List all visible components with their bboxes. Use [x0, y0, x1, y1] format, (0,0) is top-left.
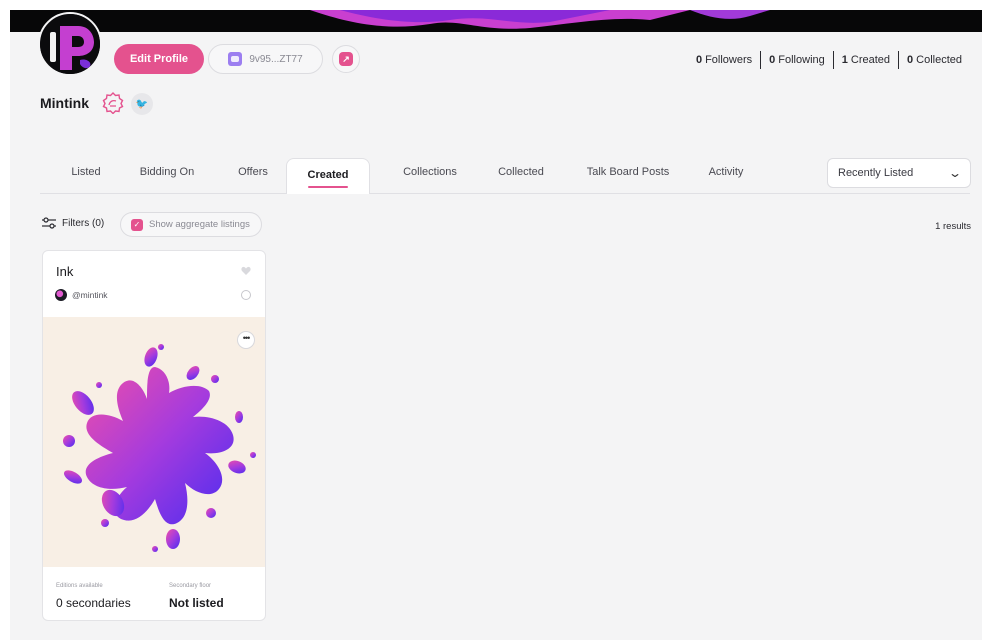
editions-value: 0 secondaries — [56, 596, 131, 610]
nft-card[interactable]: Ink @mintink ••• Editions available 0 se… — [42, 250, 266, 621]
stat-label: Following — [778, 54, 825, 66]
tab-talk-board-posts[interactable]: Talk Board Posts — [580, 158, 676, 186]
stat-count: 0 — [695, 54, 703, 66]
tab-created[interactable]: Created — [286, 158, 370, 194]
active-tab-underline — [308, 186, 348, 188]
settings-icon[interactable] — [241, 290, 251, 300]
stat-collected[interactable]: 0 Collected — [899, 54, 970, 66]
stat-count: 1 — [841, 54, 848, 66]
stat-created[interactable]: 1 Created — [834, 54, 898, 66]
twitter-icon[interactable]: 🐦 — [131, 93, 153, 115]
wallet-icon — [228, 52, 243, 66]
creator-avatar[interactable] — [55, 289, 67, 301]
tab-collections[interactable]: Collections — [392, 158, 468, 186]
sort-dropdown[interactable]: Recently Listed ⌄ — [827, 158, 971, 188]
tab-bidding-on[interactable]: Bidding On — [134, 158, 200, 186]
tab-activity[interactable]: Activity — [700, 158, 752, 186]
stat-label: Created — [850, 54, 891, 66]
badge-icon — [102, 92, 124, 114]
wallet-address: 9v95...ZT77 — [249, 53, 303, 65]
card-title: Ink — [56, 264, 74, 279]
wallet-address-pill[interactable]: 9v95...ZT77 — [208, 44, 323, 74]
tab-collected[interactable]: Collected — [488, 158, 554, 186]
sort-value: Recently Listed — [838, 167, 914, 179]
stat-label: Collected — [916, 54, 962, 66]
floor-value: Not listed — [169, 596, 224, 610]
stat-count: 0 — [907, 54, 914, 66]
stat-count: 0 — [769, 54, 776, 66]
tab-listed[interactable]: Listed — [60, 158, 112, 186]
filters-label: Filters (0) — [62, 217, 105, 229]
filters-button[interactable]: Filters (0) — [42, 217, 104, 229]
share-button[interactable]: ↗ — [332, 45, 360, 73]
chevron-down-icon: ⌄ — [947, 166, 963, 180]
results-count: 1 results — [935, 221, 971, 232]
tab-created-label: Created — [307, 169, 349, 181]
more-icon[interactable]: ••• — [237, 331, 255, 349]
checkbox-checked-icon: ✓ — [131, 218, 143, 231]
filters-icon — [42, 217, 56, 229]
creator-handle[interactable]: @mintink — [72, 290, 108, 300]
profile-page: Edit Profile 9v95...ZT77 ↗ 0 Followers 0… — [10, 10, 982, 640]
tab-offers[interactable]: Offers — [230, 158, 276, 186]
profile-avatar[interactable] — [38, 12, 102, 76]
aggregate-label: Show aggregate listings — [149, 219, 250, 230]
share-icon: ↗ — [339, 52, 353, 66]
edit-profile-button[interactable]: Edit Profile — [114, 44, 204, 74]
floor-label: Secondary floor — [169, 583, 212, 589]
stat-followers[interactable]: 0 Followers — [688, 54, 760, 66]
heart-icon[interactable] — [241, 266, 251, 276]
nft-artwork[interactable]: ••• — [43, 317, 265, 567]
profile-stats: 0 Followers 0 Following 1 Created 0 Coll… — [688, 51, 970, 69]
profile-banner — [10, 10, 982, 32]
profile-username: Mintink — [40, 95, 89, 111]
aggregate-listings-toggle[interactable]: ✓ Show aggregate listings — [120, 212, 262, 237]
editions-label: Editions available — [56, 583, 103, 589]
stat-label: Followers — [705, 54, 753, 66]
stat-following[interactable]: 0 Following — [761, 54, 833, 66]
